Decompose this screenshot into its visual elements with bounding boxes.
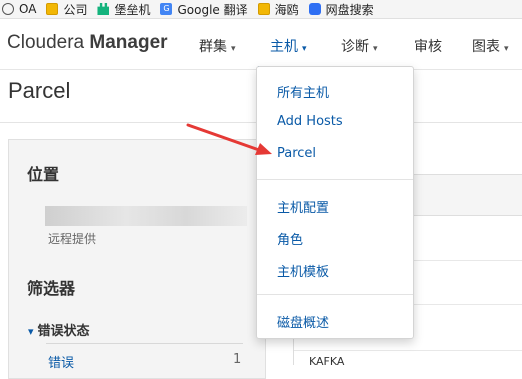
table-row-divider bbox=[294, 350, 522, 351]
menu-item-all-hosts[interactable]: 所有主机 bbox=[277, 82, 329, 101]
nav-label: 诊断 bbox=[341, 39, 369, 55]
nav-charts[interactable]: 图表 ▾ bbox=[472, 36, 509, 56]
bookmark-bastion[interactable]: 堡垒机 bbox=[97, 0, 160, 18]
menu-item-add-hosts[interactable]: Add Hosts bbox=[277, 114, 343, 129]
bookmark-netdisk-search[interactable]: 网盘搜索 bbox=[308, 0, 384, 18]
hosts-dropdown-menu: 所有主机 Add Hosts Parcel 主机配置 角色 主机模板 磁盘概述 bbox=[256, 66, 414, 339]
menu-separator bbox=[257, 179, 413, 180]
chevron-down-icon: ▾ bbox=[28, 325, 34, 338]
filters-heading: 筛选器 bbox=[27, 279, 76, 298]
bookmark-label: OA bbox=[19, 2, 37, 16]
filter-item-error[interactable]: 错误 bbox=[48, 352, 74, 371]
menu-item-roles[interactable]: 角色 bbox=[277, 229, 303, 248]
menu-item-host-config[interactable]: 主机配置 bbox=[277, 197, 329, 216]
brand-logo[interactable]: Cloudera Manager bbox=[7, 32, 168, 54]
google-translate-icon: G bbox=[160, 3, 173, 15]
bookmark-google-translate[interactable]: G Google 翻译 bbox=[160, 0, 257, 18]
bookmark-oa[interactable]: OA bbox=[2, 0, 46, 18]
page-title: Parcel bbox=[8, 78, 71, 103]
caret-down-icon: ▾ bbox=[373, 44, 378, 54]
nav-diagnostics[interactable]: 诊断 ▾ bbox=[341, 36, 378, 56]
bookmarks-bar: OA 公司 堡垒机 G Google 翻译 海鸥 网盘搜索 bbox=[0, 0, 522, 19]
location-heading: 位置 bbox=[27, 165, 60, 184]
brand-bold: Manager bbox=[89, 32, 168, 53]
bookmark-label: 海鸥 bbox=[274, 2, 299, 17]
caret-down-icon: ▾ bbox=[231, 44, 236, 54]
nav-label: 主机 bbox=[270, 39, 298, 55]
bookmark-haiou[interactable]: 海鸥 bbox=[257, 0, 309, 18]
filter-group-label: 错误状态 bbox=[37, 324, 90, 339]
nav-clusters[interactable]: 群集 ▾ bbox=[199, 36, 236, 56]
bookmark-label: 网盘搜索 bbox=[325, 2, 374, 17]
menu-item-parcel[interactable]: Parcel bbox=[277, 146, 316, 161]
remote-provided-label: 远程提供 bbox=[48, 232, 97, 246]
table-row-name: KAFKA bbox=[309, 355, 345, 368]
bookmark-label: 堡垒机 bbox=[114, 2, 151, 17]
nav-audits[interactable]: 审核 bbox=[414, 36, 442, 56]
folder-icon bbox=[257, 3, 270, 15]
brand-light: Cloudera bbox=[7, 32, 90, 53]
globe-icon bbox=[2, 3, 14, 15]
folder-icon bbox=[46, 3, 59, 15]
bastion-icon bbox=[97, 3, 110, 15]
menu-separator bbox=[257, 294, 413, 295]
redacted-location bbox=[45, 206, 247, 226]
nav-label: 审核 bbox=[414, 39, 442, 55]
bookmark-company[interactable]: 公司 bbox=[46, 0, 97, 18]
cloud-icon bbox=[308, 3, 321, 15]
menu-item-disk-overview[interactable]: 磁盘概述 bbox=[277, 312, 329, 331]
caret-down-icon: ▾ bbox=[504, 44, 509, 54]
nav-label: 群集 bbox=[199, 39, 227, 55]
bookmark-label: Google 翻译 bbox=[177, 2, 248, 17]
menu-item-host-templates[interactable]: 主机模板 bbox=[277, 261, 329, 280]
filter-group-error-status[interactable]: ▾ 错误状态 bbox=[28, 320, 90, 339]
caret-down-icon: ▾ bbox=[302, 44, 307, 54]
nav-label: 图表 bbox=[472, 39, 500, 55]
bookmark-label: 公司 bbox=[63, 2, 88, 17]
nav-hosts[interactable]: 主机 ▾ bbox=[270, 36, 307, 56]
top-navbar: Cloudera Manager 群集 ▾ 主机 ▾ 诊断 ▾ 审核 图表 ▾ bbox=[0, 19, 522, 70]
divider bbox=[46, 343, 243, 344]
